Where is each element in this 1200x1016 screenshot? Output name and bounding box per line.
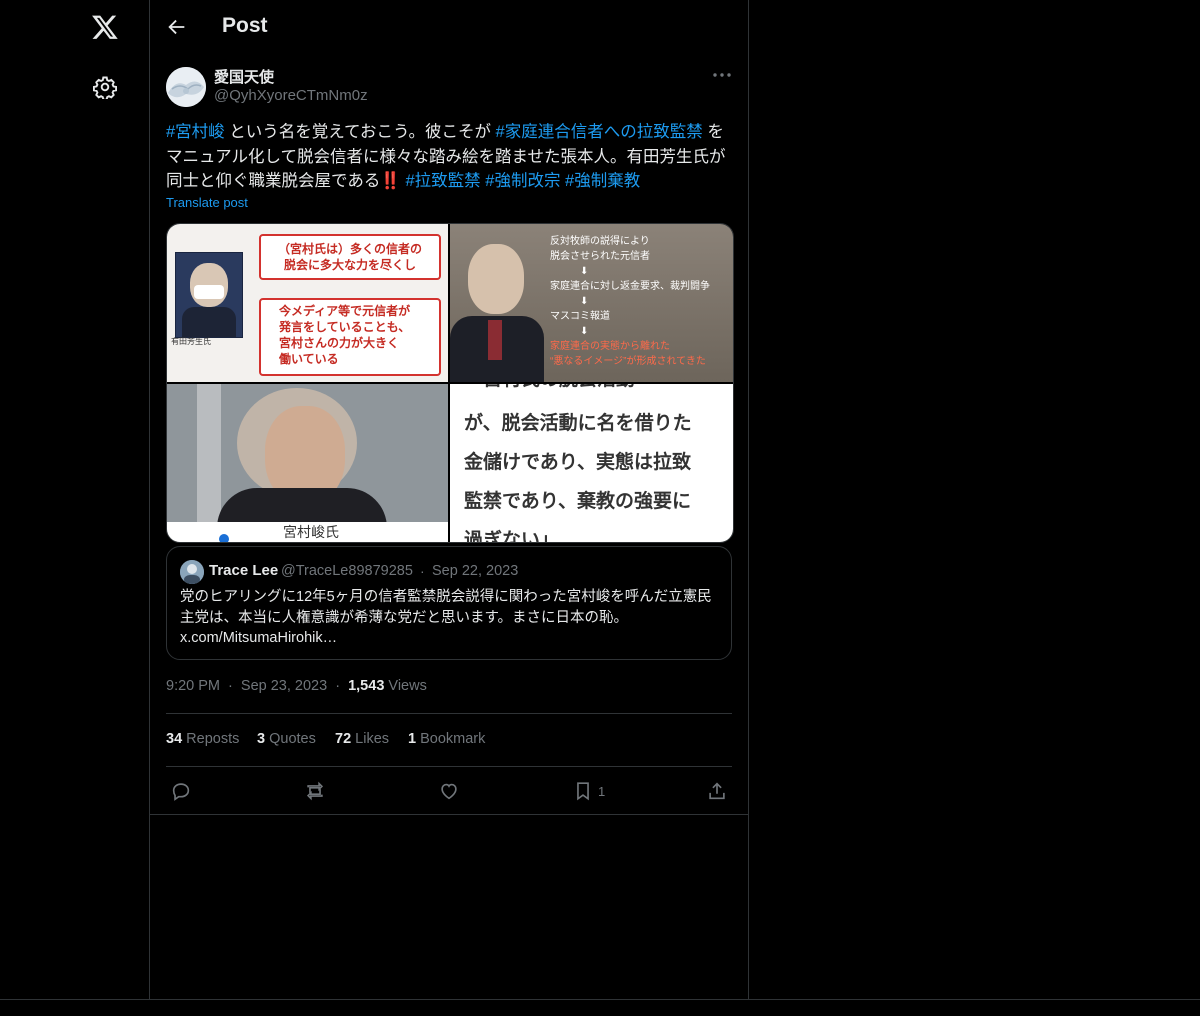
post-meta: 9:20 PM · Sep 23, 2023 · 1,543 Views xyxy=(166,678,427,694)
double-exclamation-emoji: ‼️ xyxy=(380,172,401,190)
caption-line: 宮村さんの力が大きく xyxy=(279,336,400,350)
caption-line: 今メディア等で元信者が xyxy=(279,304,411,318)
reply-icon[interactable] xyxy=(170,780,192,802)
reposts-stat[interactable]: 34 Reposts xyxy=(166,731,239,747)
person-label: 有田芳生氏 xyxy=(171,337,211,346)
flow-line: 家庭連合の実態から離れた xyxy=(550,341,670,352)
right-column-divider xyxy=(748,0,749,1000)
page-title: Post xyxy=(222,14,268,37)
bookmarks-label: Bookmark xyxy=(420,731,486,747)
quoted-date[interactable]: Sep 22, 2023 xyxy=(432,563,518,579)
arrow-left-icon[interactable] xyxy=(166,16,188,38)
separator-dot: · xyxy=(228,678,233,694)
views-label: Views xyxy=(388,678,427,694)
likes-count: 72 xyxy=(335,731,352,747)
quote-line: が、脱会活動に名を借りた xyxy=(464,413,692,434)
quoted-author-name[interactable]: Trace Lee xyxy=(209,562,278,579)
reposts-count: 34 xyxy=(166,731,183,747)
flow-line: 脱会させられた元信者 xyxy=(550,251,650,262)
translate-post-link[interactable]: Translate post xyxy=(166,195,248,210)
heart-icon[interactable] xyxy=(438,780,460,802)
bookmarks-stat[interactable]: 1 Bookmark xyxy=(408,731,485,747)
speaker-face xyxy=(468,244,524,314)
quoted-author-handle[interactable]: @TraceLe89879285 xyxy=(281,563,413,579)
flow-line: マスコミ報道 xyxy=(550,311,610,322)
share-icon[interactable] xyxy=(706,780,728,802)
post-bottom-divider xyxy=(150,814,748,815)
quotes-stat[interactable]: 3 Quotes xyxy=(257,731,316,747)
quoted-post[interactable]: Trace Lee @TraceLe89879285 · Sep 22, 202… xyxy=(166,546,732,660)
post-header: Post xyxy=(150,0,748,54)
hashtag-link[interactable]: #強制棄教 xyxy=(565,172,640,190)
flow-line: 家庭連合に対し返金要求、裁判闘争 xyxy=(550,281,710,292)
media-image-3[interactable]: 宮村峻氏 xyxy=(167,384,448,542)
flow-line: “悪なるイメージ”が形成されてきた xyxy=(550,356,706,367)
quote-line: 過ぎない」 xyxy=(464,530,560,542)
caption-line: 働いている xyxy=(279,352,339,366)
quote-line: 監禁であり、棄教の強要に xyxy=(464,491,692,512)
caption-line: （宮村氏は）多くの信者の xyxy=(277,242,422,256)
media-image-4[interactable]: 「宮村氏の脱会活動 が、脱会活動に名を借りた 金儲けであり、実態は拉致 監禁であ… xyxy=(450,384,733,542)
more-horizontal-icon[interactable] xyxy=(712,70,732,80)
x-logo-icon[interactable] xyxy=(91,13,119,41)
caption-bubble-2: 今メディア等で元信者が 発言をしていることも、 宮村さんの力が大きく 働いている xyxy=(259,298,441,376)
avatar[interactable] xyxy=(166,67,206,107)
hashtag-link[interactable]: #拉致監禁 xyxy=(405,172,480,190)
caption-bubble-1: （宮村氏は）多くの信者の 脱会に多大な力を尽くし xyxy=(259,234,441,280)
author-handle[interactable]: @QyhXyoreCTmNm0z xyxy=(214,87,368,104)
media-grid: 有田芳生氏 （宮村氏は）多くの信者の 脱会に多大な力を尽くし 今メディア等で元信… xyxy=(166,223,734,543)
hashtag-link[interactable]: #宮村峻 xyxy=(166,123,225,141)
person-caption: 宮村峻氏 xyxy=(283,524,339,540)
hashtag-link[interactable]: #家庭連合信者への拉致監禁 xyxy=(496,123,703,141)
caption-line: 脱会に多大な力を尽くし xyxy=(283,258,416,272)
separator-dot: · xyxy=(420,563,425,579)
reposts-label: Reposts xyxy=(186,731,240,747)
post-text: #宮村峻 という名を覚えておこう。彼こそが #家庭連合信者への拉致監禁 をマニュ… xyxy=(166,120,732,194)
likes-stat[interactable]: 72 Likes xyxy=(335,731,389,747)
flow-line: 反対牧師の説得により xyxy=(550,236,650,247)
media-image-2[interactable]: 反対牧師の説得により 脱会させられた元信者 ⬇ 家庭連合に対し返金要求、裁判闘争… xyxy=(450,224,733,382)
caption-line: 発言をしていることも、 xyxy=(279,320,411,334)
bookmark-count: 1 xyxy=(598,784,606,799)
quote-line: 「宮村氏の脱会活動 xyxy=(464,384,635,399)
quotes-label: Quotes xyxy=(269,731,316,747)
left-navigation xyxy=(0,0,149,1016)
quote-line: 金儲けであり、実態は拉致 xyxy=(464,452,692,473)
post-text-segment: という名を覚えておこう。彼こそが xyxy=(224,123,496,141)
bookmarks-count: 1 xyxy=(408,731,417,747)
hashtag-link[interactable]: #強制改宗 xyxy=(485,172,560,190)
likes-label: Likes xyxy=(355,731,390,747)
separator-dot: · xyxy=(335,678,341,694)
flow-text: 反対牧師の説得により 脱会させられた元信者 ⬇ 家庭連合に対し返金要求、裁判闘争… xyxy=(550,236,710,367)
post-column: Post 愛国天使 @QyhXyoreCTmNm0z #宮村峻 という名を覚えて… xyxy=(150,0,748,1016)
quotes-count: 3 xyxy=(257,731,266,747)
post-time[interactable]: 9:20 PM xyxy=(166,678,220,694)
author-name[interactable]: 愛国天使 xyxy=(214,66,274,87)
stats-divider xyxy=(166,766,732,767)
quoted-text: 党のヒアリングに12年5ヶ月の信者監禁脱会説得に関わった宮村峻を呼んだ立憲民主党… xyxy=(180,589,712,646)
gear-icon[interactable] xyxy=(93,75,117,99)
avatar[interactable] xyxy=(180,560,204,584)
repost-icon[interactable] xyxy=(304,780,326,802)
views-count: 1,543 xyxy=(348,678,385,694)
person-photo xyxy=(175,252,243,338)
post-date[interactable]: Sep 23, 2023 xyxy=(241,678,327,694)
quote-lines: が、脱会活動に名を借りた 金儲けであり、実態は拉致 監禁であり、棄教の強要に 過… xyxy=(464,404,692,542)
meta-divider xyxy=(166,713,732,714)
bookmark-icon[interactable] xyxy=(572,780,594,802)
media-image-1[interactable]: 有田芳生氏 （宮村氏は）多くの信者の 脱会に多大な力を尽くし 今メディア等で元信… xyxy=(167,224,448,382)
